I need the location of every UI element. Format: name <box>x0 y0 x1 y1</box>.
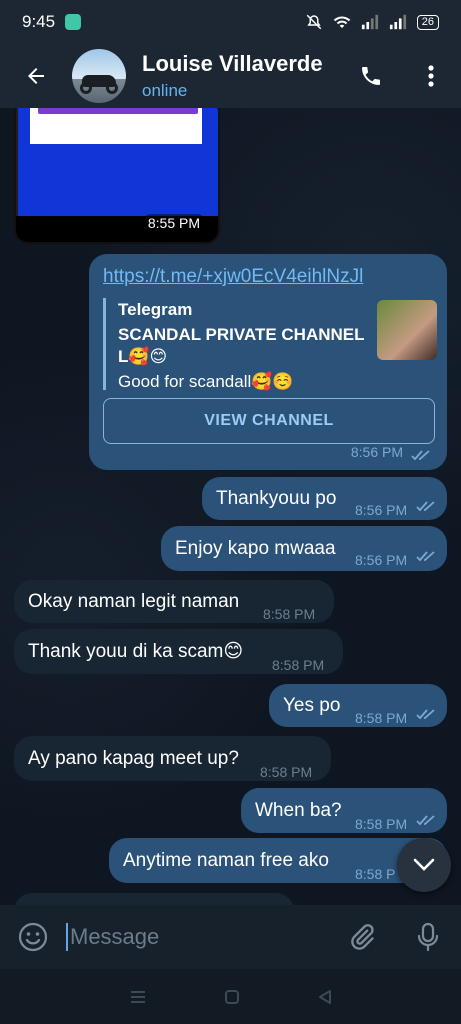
system-nav-bar <box>0 969 461 1024</box>
message-time: 8:56 PM <box>355 552 408 568</box>
mute-icon <box>306 14 322 30</box>
emoji-icon <box>18 922 48 952</box>
message-input[interactable]: Message <box>66 923 329 951</box>
preview-description: Good for scandall🥰☺️ <box>118 372 294 391</box>
chevron-down-icon <box>413 858 435 871</box>
home-icon[interactable] <box>224 989 240 1005</box>
message-composer: Message <box>0 905 461 969</box>
message-bubble[interactable]: Enjoy kapo mwaaa 8:56 PM <box>161 526 447 571</box>
emoji-button[interactable] <box>0 905 66 969</box>
message-text: When ba? <box>255 800 342 821</box>
view-channel-button[interactable]: VIEW CHANNEL <box>103 398 435 444</box>
message-time: 8:58 PM <box>263 606 316 622</box>
microphone-icon <box>417 922 439 952</box>
image-message[interactable]: 8:55 PM <box>14 108 220 244</box>
message-time: 8:56 PM <box>355 502 408 518</box>
message-link[interactable]: https://t.me/+xjw0EcV4eihlNzJl <box>103 265 363 289</box>
scroll-to-bottom-button[interactable] <box>397 838 451 892</box>
wifi-icon <box>333 16 350 28</box>
double-check-icon <box>411 450 430 461</box>
contact-name: Louise Villaverde <box>142 51 323 76</box>
recent-apps-icon[interactable] <box>129 989 147 1005</box>
status-bar: 9:45 26 <box>0 0 461 44</box>
message-time: 8:58 PM <box>355 710 408 726</box>
double-check-icon <box>416 551 435 562</box>
message-bubble[interactable]: Thankyouu po 8:56 PM <box>202 477 447 520</box>
phone-icon <box>362 67 380 85</box>
battery-indicator: 26 <box>416 14 439 30</box>
back-button[interactable] <box>0 44 72 108</box>
status-time: 9:45 <box>22 12 56 31</box>
message-text: Anytime naman free ako <box>123 850 329 871</box>
double-check-icon <box>416 501 435 512</box>
message-bubble[interactable]: Thank youu di ka scam😊 8:58 PM <box>14 629 343 674</box>
message-bubble[interactable] <box>14 893 294 905</box>
paperclip-icon <box>351 924 374 950</box>
chat-area[interactable]: 8:55 PM https://t.me/+xjw0EcV4eihlNzJl T… <box>0 108 461 905</box>
more-vertical-icon <box>428 65 434 87</box>
preview-title: SCANDAL PRIVATE CHANNEL L🥰😊 <box>118 325 365 366</box>
attach-button[interactable] <box>329 905 395 969</box>
message-bubble[interactable]: Okay naman legit naman 8:58 PM <box>14 580 334 623</box>
message-time: 8:58 PM <box>260 764 313 780</box>
link-message[interactable]: https://t.me/+xjw0EcV4eihlNzJl Telegram … <box>89 254 447 470</box>
preview-thumbnail <box>377 300 437 360</box>
message-bubble[interactable]: Yes po 8:58 PM <box>269 684 447 727</box>
message-time: 8:58 P <box>355 866 396 882</box>
message-text: Yes po <box>283 695 341 716</box>
message-text: Enjoy kapo mwaaa <box>175 538 336 559</box>
signal-icon-2 <box>389 14 406 30</box>
status-icons: 26 <box>305 13 439 31</box>
message-text: Ay pano kapag meet up? <box>28 748 239 769</box>
voice-button[interactable] <box>395 905 461 969</box>
more-options-button[interactable] <box>401 44 461 108</box>
back-nav-icon[interactable] <box>317 989 333 1005</box>
contact-status: online <box>142 81 188 100</box>
message-bubble[interactable]: When ba? 8:58 PM <box>241 788 447 833</box>
message-text: Thankyouu po <box>216 488 337 509</box>
arrow-left-icon <box>28 68 44 84</box>
chat-header: Louise Villaverde online <box>0 44 461 108</box>
call-button[interactable] <box>341 44 401 108</box>
message-bubble[interactable]: Ay pano kapag meet up? 8:58 PM <box>14 736 331 781</box>
double-check-icon <box>416 815 435 826</box>
message-time: 8:56 PM <box>350 444 403 460</box>
message-time: 8:58 PM <box>355 816 408 832</box>
double-check-icon <box>416 709 435 720</box>
avatar[interactable] <box>72 49 126 103</box>
message-placeholder: Message <box>70 924 160 949</box>
message-text: Thank youu di ka scam😊 <box>28 641 244 662</box>
notification-icon <box>65 14 82 30</box>
message-text: Okay naman legit naman <box>28 591 240 612</box>
text-cursor <box>66 923 68 951</box>
message-time: 8:58 PM <box>272 657 325 673</box>
signal-icon <box>361 14 378 30</box>
message-time: 8:55 PM <box>141 214 206 232</box>
chat-title[interactable]: Louise Villaverde online <box>142 51 323 101</box>
